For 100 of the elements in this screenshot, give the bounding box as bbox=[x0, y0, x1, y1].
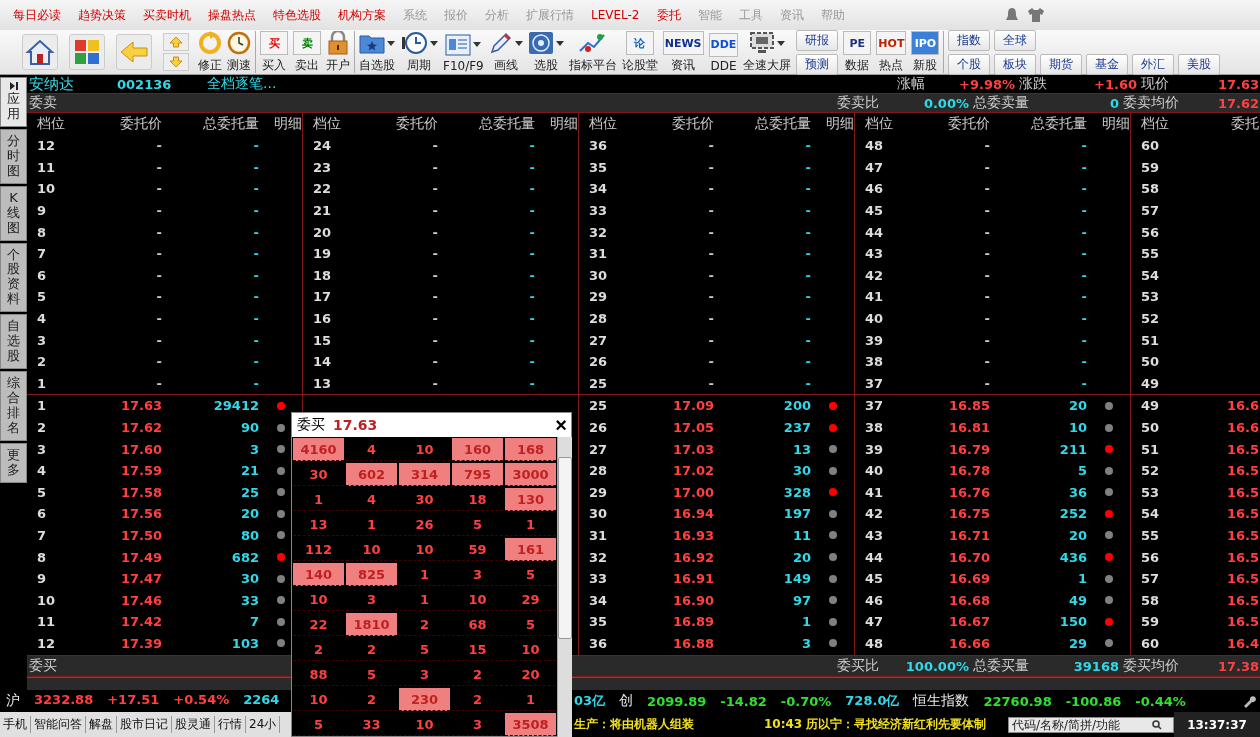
mode-link[interactable]: 全档逐笔... bbox=[207, 75, 277, 93]
lock-icon bbox=[327, 31, 349, 55]
toolbar-button[interactable]: IPO 新股 bbox=[911, 30, 940, 74]
table-cell-text: 17 bbox=[312, 289, 333, 305]
table-cell-text: 11 bbox=[36, 159, 57, 175]
up-button[interactable] bbox=[163, 33, 189, 51]
table-cell-text: 11 bbox=[36, 614, 57, 630]
toolbar-button[interactable]: 卖 卖出 bbox=[293, 30, 321, 74]
table-cell-text: - bbox=[252, 289, 259, 305]
search-field[interactable]: 代码/名称/简拼/功能 bbox=[1008, 716, 1174, 733]
toolbar-button[interactable]: 画线 bbox=[488, 30, 523, 74]
order-cell: 4 bbox=[346, 438, 397, 461]
toolbar-button[interactable]: 修正 bbox=[198, 30, 222, 74]
table-cell-text: 44 bbox=[864, 224, 885, 240]
market-button[interactable]: 外汇 bbox=[1132, 53, 1175, 75]
order-cell: 2 bbox=[346, 688, 397, 711]
table-cell-text: 36 bbox=[588, 138, 609, 154]
table-cell-text: - bbox=[804, 138, 811, 154]
ticker-tab[interactable]: 行情 bbox=[215, 716, 246, 733]
toolbar-button[interactable]: 论 论股堂 bbox=[621, 30, 658, 74]
caret-icon bbox=[387, 40, 395, 46]
table-cell-text: - bbox=[1080, 354, 1087, 370]
table-cell-text: 52 bbox=[1140, 311, 1161, 327]
market-button[interactable]: 指数 bbox=[948, 29, 991, 51]
toolbar-button[interactable]: DDE DDE bbox=[708, 31, 739, 73]
table-cell-text: 29 bbox=[588, 289, 609, 305]
toolbar-button[interactable]: 预测 bbox=[796, 53, 839, 75]
toolbar-button[interactable]: 测速 bbox=[227, 30, 251, 74]
toolbar-button[interactable] bbox=[22, 34, 58, 70]
table-cell-text: - bbox=[252, 138, 259, 154]
side-tab[interactable]: K线图 bbox=[0, 185, 27, 241]
side-tab[interactable]: 个股资料 bbox=[0, 242, 27, 313]
market-button[interactable]: 期货 bbox=[1040, 53, 1083, 75]
table-cell-text: 46 bbox=[864, 592, 885, 608]
menu-item[interactable]: 特色选股 bbox=[273, 6, 321, 24]
table-cell-text: - bbox=[528, 311, 535, 327]
menu-item[interactable]: 操盘热点 bbox=[208, 6, 256, 24]
toolbar-button[interactable] bbox=[69, 34, 105, 70]
order-cell: 825 bbox=[346, 563, 397, 586]
table-cell-text: - bbox=[1080, 332, 1087, 348]
news-headline[interactable]: 10:43 历以宁：寻找经济新红利先要体制 bbox=[764, 716, 987, 733]
table-cell-text: - bbox=[1080, 203, 1087, 219]
column-header: 委托价 bbox=[671, 115, 714, 133]
menu-item[interactable]: LEVEL-2 bbox=[591, 8, 640, 22]
menu-item[interactable]: 机构方案 bbox=[338, 6, 386, 24]
side-tab[interactable]: 更多 bbox=[0, 442, 27, 483]
table-cell-text: 20 bbox=[791, 549, 811, 565]
index-value: -0.70% bbox=[780, 693, 832, 709]
market-button[interactable]: 美股 bbox=[1178, 53, 1221, 75]
table-cell-text: - bbox=[155, 332, 162, 348]
toolbar-button[interactable]: 全速大屏 bbox=[743, 30, 792, 74]
index-value: +17.51 bbox=[107, 692, 160, 709]
toolbar-button[interactable]: PE 数据 bbox=[843, 30, 872, 74]
side-tab[interactable]: 分时图 bbox=[0, 128, 27, 184]
market-button[interactable]: 板块 bbox=[994, 53, 1037, 75]
ticker-tab[interactable]: 解盘 bbox=[86, 716, 117, 733]
scrollbar[interactable] bbox=[557, 437, 572, 737]
ticker-tab[interactable]: 24小 bbox=[246, 716, 281, 733]
table-cell-text: 7 bbox=[248, 614, 259, 630]
table-cell-text: - bbox=[983, 203, 990, 219]
market-button[interactable]: 基金 bbox=[1086, 53, 1129, 75]
toolbar-button[interactable]: 买 买入 bbox=[260, 30, 288, 74]
toolbar-button[interactable]: 研报 bbox=[796, 29, 839, 51]
ticker-tab[interactable]: 股市日记 bbox=[117, 716, 172, 733]
table-cell-text: 57 bbox=[1140, 571, 1161, 587]
news-headline[interactable]: 生产：将由机器人组装 bbox=[574, 716, 694, 733]
toolbar-button[interactable]: 指标平台 bbox=[568, 30, 617, 74]
menu-item[interactable]: 买卖时机 bbox=[143, 6, 191, 24]
table-cell-text: 46 bbox=[864, 181, 885, 197]
toolbar-button[interactable]: HOT 热点 bbox=[876, 30, 907, 74]
table-cell-text: 16.76 bbox=[947, 484, 990, 500]
menu-item[interactable]: 趋势决策 bbox=[78, 6, 126, 24]
ticker-tab[interactable]: 智能问答 bbox=[31, 716, 86, 733]
wrench-icon[interactable] bbox=[1242, 694, 1256, 708]
market-button[interactable]: 全球 bbox=[994, 29, 1037, 51]
table-cell-text: - bbox=[1080, 246, 1087, 262]
toolbar-button[interactable]: 自选股 bbox=[359, 30, 395, 74]
table-cell-text: 44 bbox=[864, 549, 885, 565]
table-cell-text: - bbox=[707, 224, 714, 240]
menu-item[interactable]: 委托 bbox=[656, 6, 681, 24]
table-cell-text: 10 bbox=[36, 592, 57, 608]
toolbar-button[interactable]: 选股 bbox=[527, 30, 564, 74]
toolbar-button[interactable]: 开户 bbox=[326, 30, 350, 74]
menu-item[interactable]: 每日必读 bbox=[13, 6, 61, 24]
side-tab[interactable]: 综合排名 bbox=[0, 371, 27, 441]
close-button[interactable]: × bbox=[551, 413, 571, 437]
index-label: 创 bbox=[619, 692, 634, 710]
side-tab[interactable]: 自选股 bbox=[0, 314, 27, 370]
section-title: 委卖 bbox=[28, 94, 57, 112]
toolbar-button[interactable]: NEWS 资讯 bbox=[662, 30, 704, 74]
ticker-tab[interactable]: 手机 bbox=[0, 716, 31, 733]
stat-label: 总委卖量 bbox=[973, 94, 1029, 112]
toolbar-button[interactable]: F10/F9 bbox=[443, 31, 484, 73]
side-tab[interactable]: 应用 bbox=[0, 77, 27, 127]
table-cell-text: - bbox=[431, 138, 438, 154]
ticker-tab[interactable]: 股灵通 bbox=[172, 716, 215, 733]
down-button[interactable] bbox=[163, 53, 189, 71]
market-button[interactable]: 个股 bbox=[948, 53, 991, 75]
table-cell-text: 51 bbox=[1140, 441, 1161, 457]
toolbar-button[interactable]: 周期 bbox=[400, 30, 438, 74]
